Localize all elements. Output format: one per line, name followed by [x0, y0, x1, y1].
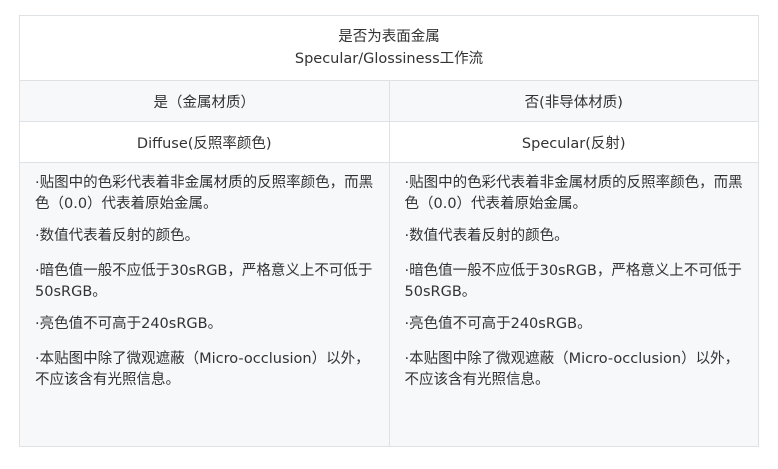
column-header-row: 是（金属材质） 否(非导体材质): [19, 80, 759, 122]
note-item: ·贴图中的色彩代表着非金属材质的反照率颜色，而黑色（0.0）代表着原始金属。: [404, 175, 743, 212]
column-header-metal: 是（金属材质）: [19, 80, 390, 122]
notes-cell-metal: ·贴图中的色彩代表着非金属材质的反照率颜色，而黑色（0.0）代表着原始金属。 ·…: [19, 162, 390, 447]
note-item: ·数值代表着反射的颜色。: [404, 228, 569, 244]
note-item: ·贴图中的色彩代表着非金属材质的反照率颜色，而黑色（0.0）代表着原始金属。: [35, 175, 374, 212]
table-title-line-1: 是否为表面金属: [338, 29, 440, 45]
specular-glossiness-table: 是否为表面金属 Specular/Glossiness工作流 是（金属材质） 否…: [19, 15, 759, 447]
note-item: ·本贴图中除了微观遮蔽（Micro-occlusion）以外，不应该含有光照信息…: [404, 351, 740, 388]
note-item: ·亮色值不可高于240sRGB。: [404, 316, 592, 332]
table-title-row: 是否为表面金属 Specular/Glossiness工作流: [19, 15, 759, 81]
map-type-diffuse: Diffuse(反照率颜色): [19, 121, 390, 163]
note-item: ·本贴图中除了微观遮蔽（Micro-occlusion）以外，不应该含有光照信息…: [35, 351, 370, 388]
notes-row: ·贴图中的色彩代表着非金属材质的反照率颜色，而黑色（0.0）代表着原始金属。 ·…: [19, 162, 759, 447]
column-header-nonmetal: 否(非导体材质): [388, 80, 759, 122]
map-type-specular: Specular(反射): [388, 121, 759, 163]
note-item: ·暗色值一般不应低于30sRGB，严格意义上不可低于50sRGB。: [35, 263, 373, 300]
note-item: ·亮色值不可高于240sRGB。: [35, 316, 223, 332]
note-item: ·暗色值一般不应低于30sRGB，严格意义上不可低于50sRGB。: [404, 263, 742, 300]
notes-cell-nonmetal: ·贴图中的色彩代表着非金属材质的反照率颜色，而黑色（0.0）代表着原始金属。 ·…: [388, 162, 759, 447]
table-title-line-2: Specular/Glossiness工作流: [294, 51, 484, 67]
note-item: ·数值代表着反射的颜色。: [35, 228, 200, 244]
table-title-cell: 是否为表面金属 Specular/Glossiness工作流: [19, 15, 759, 81]
map-type-row: Diffuse(反照率颜色) Specular(反射): [19, 121, 759, 163]
